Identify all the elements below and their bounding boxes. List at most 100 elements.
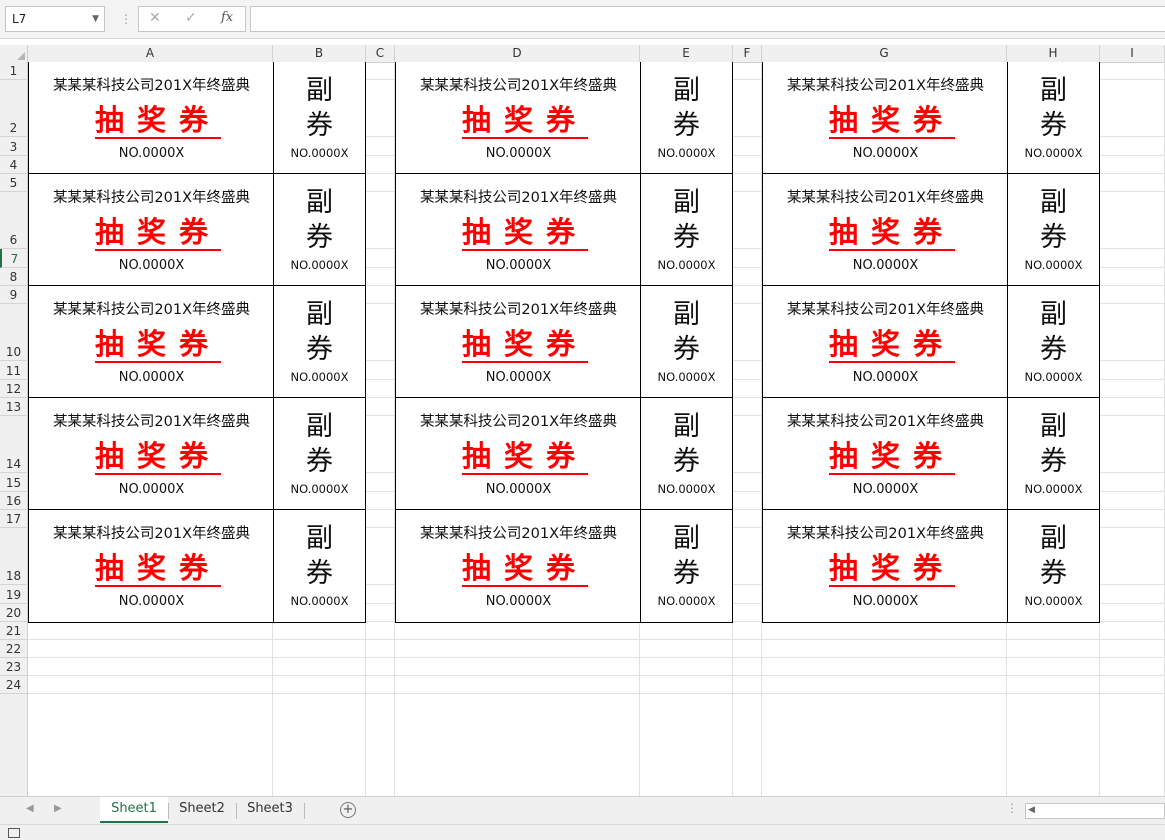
stub-label-top: 副 <box>673 523 700 554</box>
scroll-tabs-right-icon[interactable]: ▶ <box>54 803 62 814</box>
row-header-6[interactable]: 6 <box>0 192 27 249</box>
raffle-ticket[interactable]: 某某某科技公司201X年终盛典 抽奖券 NO.0000X 副券 NO.0000X <box>762 509 1100 623</box>
stub-label-top: 副 <box>306 411 333 442</box>
row-header-22[interactable]: 22 <box>0 640 27 658</box>
raffle-ticket[interactable]: 某某某科技公司201X年终盛典 抽奖券 NO.0000X 副券 NO.0000X <box>395 285 733 399</box>
ticket-title: 某某某科技公司201X年终盛典 <box>52 190 251 206</box>
ticket-heading-text: 抽奖券 <box>828 551 955 587</box>
ticket-number: NO.0000X <box>485 370 552 385</box>
raffle-ticket[interactable]: 某某某科技公司201X年终盛典 抽奖券 NO.0000X 副券 NO.0000X <box>28 62 366 175</box>
row-header-4[interactable]: 4 <box>0 156 27 174</box>
stub-number: NO.0000X <box>290 146 349 160</box>
row-header-20[interactable]: 20 <box>0 604 27 622</box>
ticket-title: 某某某科技公司201X年终盛典 <box>786 526 985 542</box>
scroll-tabs-left-icon[interactable]: ◀ <box>26 803 34 814</box>
add-sheet-button[interactable]: + <box>340 802 356 818</box>
tab-split-handle[interactable]: ⋮ <box>1006 801 1018 815</box>
ticket-title: 某某某科技公司201X年终盛典 <box>52 302 251 318</box>
raffle-ticket[interactable]: 某某某科技公司201X年终盛典 抽奖券 NO.0000X 副券 NO.0000X <box>395 509 733 623</box>
stub-label-top: 副 <box>1040 523 1067 554</box>
stub-label-bottom: 券 <box>1040 558 1067 589</box>
ticket-heading: 抽奖券 <box>763 215 1008 251</box>
row-header-13[interactable]: 13 <box>0 398 27 416</box>
sheet-tab-sheet3[interactable]: Sheet3 <box>236 797 304 823</box>
insert-function-icon[interactable]: fx <box>221 10 233 25</box>
column-header-i[interactable]: I <box>1100 45 1165 62</box>
raffle-ticket[interactable]: 某某某科技公司201X年终盛典 抽奖券 NO.0000X 副券 NO.0000X <box>395 62 733 175</box>
sheet-tab-sheet2[interactable]: Sheet2 <box>168 797 236 823</box>
name-box-value: L7 <box>12 12 27 26</box>
row-header-10[interactable]: 10 <box>0 304 27 361</box>
raffle-ticket[interactable]: 某某某科技公司201X年终盛典 抽奖券 NO.0000X 副券 NO.0000X <box>395 173 733 287</box>
stub-number: NO.0000X <box>1024 482 1083 496</box>
ticket-heading-text: 抽奖券 <box>828 215 955 251</box>
ticket-heading-text: 抽奖券 <box>94 215 221 251</box>
row-header-18[interactable]: 18 <box>0 528 27 585</box>
row-headers: 1 2 3 4 5 6 7 8 9 10 11 12 13 14 15 16 17 18 19 20 21 22 23 24 <box>0 62 28 796</box>
raffle-ticket[interactable]: 某某某科技公司201X年终盛典 抽奖券 NO.0000X 副券 NO.0000X <box>28 173 366 287</box>
row-header-16[interactable]: 16 <box>0 492 27 510</box>
raffle-ticket[interactable]: 某某某科技公司201X年终盛典 抽奖券 NO.0000X 副券 NO.0000X <box>762 173 1100 287</box>
column-header-g[interactable]: G <box>762 45 1007 62</box>
row-header-5[interactable]: 5 <box>0 174 27 192</box>
sheet-tab-sheet1[interactable]: Sheet1 <box>100 797 168 823</box>
worksheet-grid[interactable]: 某某某科技公司201X年终盛典 抽奖券 NO.0000X 副券 NO.0000X 某某某科… <box>28 62 1165 796</box>
raffle-ticket[interactable]: 某某某科技公司201X年终盛典 抽奖券 NO.0000X 副券 NO.0000X <box>28 509 366 623</box>
row-header-9[interactable]: 9 <box>0 286 27 304</box>
raffle-ticket[interactable]: 某某某科技公司201X年终盛典 抽奖券 NO.0000X 副券 NO.0000X <box>28 285 366 399</box>
column-header-e[interactable]: E <box>640 45 733 62</box>
raffle-ticket[interactable]: 某某某科技公司201X年终盛典 抽奖券 NO.0000X 副券 NO.0000X <box>762 397 1100 511</box>
ticket-title: 某某某科技公司201X年终盛典 <box>419 414 618 430</box>
column-header-d[interactable]: D <box>395 45 640 62</box>
stub-label-top: 副 <box>673 75 700 106</box>
column-header-a[interactable]: A <box>28 45 273 62</box>
row-header-3[interactable]: 3 <box>0 137 27 156</box>
row-gridline <box>28 657 1165 658</box>
raffle-ticket[interactable]: 某某某科技公司201X年终盛典 抽奖券 NO.0000X 副券 NO.0000X <box>28 397 366 511</box>
ticket-heading-text: 抽奖券 <box>828 439 955 475</box>
formula-bar-separator: ⋮ <box>120 12 132 26</box>
row-header-17[interactable]: 17 <box>0 510 27 528</box>
formula-input[interactable] <box>250 6 1165 32</box>
row-header-8[interactable]: 8 <box>0 268 27 286</box>
stub-label-top: 副 <box>673 187 700 218</box>
row-header-12[interactable]: 12 <box>0 380 27 398</box>
ticket-number: NO.0000X <box>485 482 552 497</box>
chevron-down-icon[interactable]: ▼ <box>92 7 99 31</box>
column-header-f[interactable]: F <box>733 45 762 62</box>
column-header-h[interactable]: H <box>1007 45 1100 62</box>
ticket-heading-text: 抽奖券 <box>461 327 588 363</box>
select-all-button[interactable] <box>0 45 28 62</box>
row-header-15[interactable]: 15 <box>0 473 27 492</box>
row-header-7[interactable]: 7 <box>0 249 27 268</box>
row-header-14[interactable]: 14 <box>0 416 27 473</box>
row-header-2[interactable]: 2 <box>0 80 27 137</box>
row-header-24[interactable]: 24 <box>0 676 27 694</box>
row-header-23[interactable]: 23 <box>0 658 27 676</box>
row-header-19[interactable]: 19 <box>0 585 27 604</box>
name-box[interactable]: L7 ▼ <box>5 6 105 32</box>
raffle-ticket[interactable]: 某某某科技公司201X年终盛典 抽奖券 NO.0000X 副券 NO.0000X <box>762 62 1100 175</box>
horizontal-scrollbar[interactable]: ◀ <box>1025 803 1165 819</box>
row-header-11[interactable]: 11 <box>0 361 27 380</box>
ticket-title: 某某某科技公司201X年终盛典 <box>419 190 618 206</box>
ticket-title: 某某某科技公司201X年终盛典 <box>786 78 985 94</box>
stub-label-top: 副 <box>306 299 333 330</box>
column-header-b[interactable]: B <box>273 45 366 62</box>
stub-label-bottom: 券 <box>306 110 333 141</box>
stub-label-top: 副 <box>306 187 333 218</box>
cancel-icon[interactable]: ✕ <box>149 10 161 26</box>
raffle-ticket[interactable]: 某某某科技公司201X年终盛典 抽奖券 NO.0000X 副券 NO.0000X <box>762 285 1100 399</box>
enter-icon[interactable]: ✓ <box>185 10 197 26</box>
raffle-ticket[interactable]: 某某某科技公司201X年终盛典 抽奖券 NO.0000X 副券 NO.0000X <box>395 397 733 511</box>
stub-label-bottom: 券 <box>673 446 700 477</box>
ticket-number: NO.0000X <box>118 258 185 273</box>
column-header-c[interactable]: C <box>366 45 395 62</box>
scroll-left-icon[interactable]: ◀ <box>1028 805 1035 815</box>
ticket-heading-text: 抽奖券 <box>828 327 955 363</box>
macro-record-icon[interactable] <box>8 828 20 838</box>
row-header-1[interactable]: 1 <box>0 62 27 80</box>
row-header-21[interactable]: 21 <box>0 622 27 640</box>
stub-label-top: 副 <box>306 523 333 554</box>
formula-actions: ✕ ✓ fx <box>138 6 246 32</box>
